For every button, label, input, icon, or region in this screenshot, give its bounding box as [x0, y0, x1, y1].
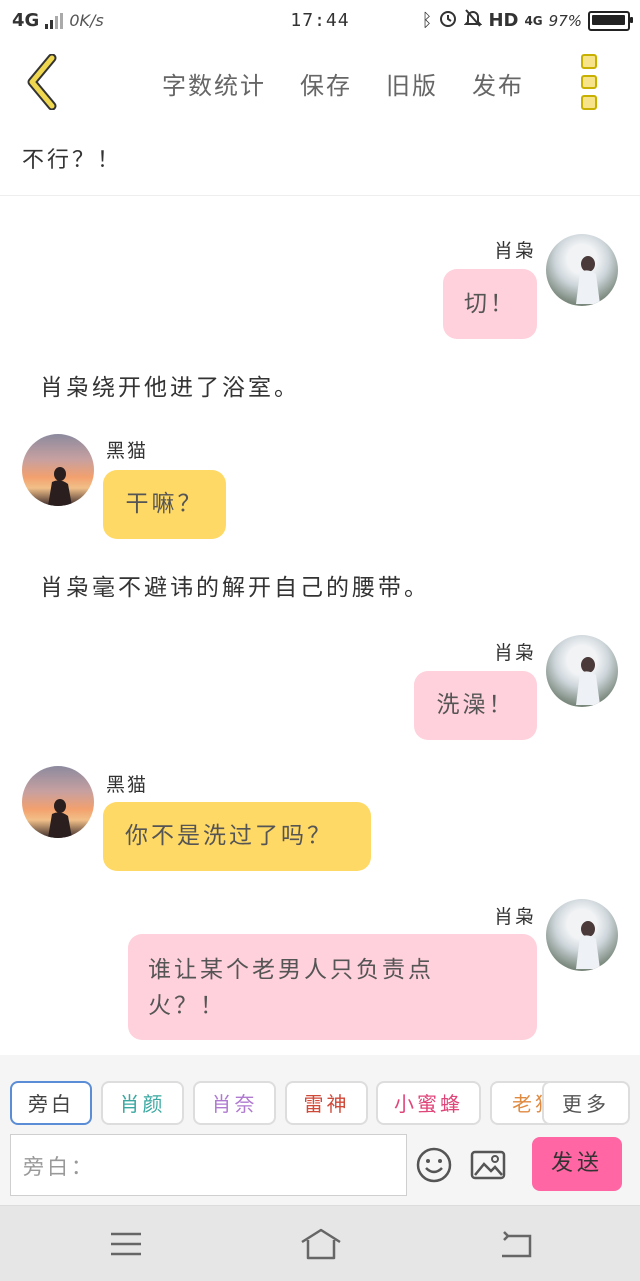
- mute-icon: [464, 8, 483, 33]
- input-panel: 旁白 肖颜 肖奈 雷神 小蜜蜂 老猫 更多 旁白： 发送: [0, 1055, 640, 1205]
- word-count-button[interactable]: 字数统计: [162, 66, 266, 101]
- alarm-icon: [438, 8, 458, 33]
- back-arrow-icon: [502, 1231, 532, 1258]
- girl-figure-icon: [576, 256, 600, 304]
- character-chip[interactable]: 雷神: [285, 1081, 368, 1125]
- image-icon: [470, 1150, 506, 1180]
- message-bubble[interactable]: 切！: [443, 269, 537, 339]
- menu-dot-icon: [581, 95, 597, 111]
- publish-button[interactable]: 发布: [472, 66, 524, 101]
- message-bubble[interactable]: 你不是洗过了吗？: [103, 802, 371, 871]
- divider: [0, 195, 640, 196]
- menu-dot-icon: [581, 54, 597, 69]
- editor-toolbar: 字数统计 保存 旧版 发布: [0, 44, 640, 120]
- back-nav-button[interactable]: [496, 1224, 536, 1264]
- status-bar: 4G 0K/s 17:44 ᛒ HD 4G 97%: [0, 0, 640, 44]
- character-chip[interactable]: 小蜜蜂: [376, 1081, 481, 1125]
- chapter-title[interactable]: 不行？！: [22, 142, 122, 174]
- home-nav-button[interactable]: [300, 1224, 341, 1264]
- character-chip-narrator[interactable]: 旁白: [10, 1081, 92, 1125]
- hd-indicator: HD: [488, 10, 519, 31]
- menu-dot-icon: [581, 74, 597, 90]
- system-nav-bar: [0, 1205, 640, 1281]
- character-chip[interactable]: 肖颜: [101, 1081, 184, 1125]
- message-line: 火？！: [148, 993, 226, 1019]
- narration-text[interactable]: 肖枭毫不避讳的解开自己的腰带。: [40, 568, 430, 602]
- battery-icon: [588, 10, 633, 31]
- image-button[interactable]: [468, 1145, 508, 1185]
- emoji-button[interactable]: [414, 1145, 454, 1185]
- character-chip[interactable]: 肖奈: [193, 1081, 276, 1125]
- save-button[interactable]: 保存: [300, 66, 352, 101]
- silhouette-icon: [48, 467, 72, 506]
- sender-name: 黑猫: [106, 774, 149, 796]
- send-button[interactable]: 发送: [532, 1137, 622, 1191]
- battery-percent: 97%: [548, 11, 582, 30]
- message-bubble[interactable]: 干嘛？: [103, 470, 226, 539]
- more-menu-button[interactable]: [578, 54, 600, 111]
- sender-name: 肖枭: [494, 642, 537, 664]
- menu-icon: [111, 1232, 141, 1256]
- menu-nav-button[interactable]: [106, 1224, 146, 1264]
- avatar[interactable]: [546, 635, 618, 707]
- back-button[interactable]: [16, 53, 72, 111]
- more-characters-button[interactable]: 更多: [542, 1081, 630, 1125]
- sender-name: 肖枭: [494, 906, 537, 928]
- toolbar-menu: 字数统计 保存 旧版 发布: [162, 66, 524, 101]
- message-bubble[interactable]: 洗澡！: [414, 671, 537, 740]
- silhouette-icon: [48, 799, 72, 838]
- avatar[interactable]: [22, 766, 94, 838]
- old-version-button[interactable]: 旧版: [386, 66, 438, 101]
- network-type-2: 4G: [524, 13, 543, 28]
- sender-name: 肖枭: [494, 240, 537, 262]
- avatar[interactable]: [546, 899, 618, 971]
- bluetooth-icon: ᛒ: [421, 10, 433, 31]
- message-line: 谁让某个老男人只负责点: [148, 957, 434, 983]
- home-icon: [301, 1228, 341, 1260]
- message-input[interactable]: 旁白：: [10, 1134, 407, 1196]
- sender-name: 黑猫: [106, 440, 149, 462]
- avatar[interactable]: [22, 434, 94, 506]
- character-selector: 旁白 肖颜 肖奈 雷神 小蜜蜂 老猫: [10, 1081, 630, 1127]
- girl-figure-icon: [576, 921, 600, 969]
- smiley-icon: [416, 1147, 452, 1183]
- narration-text[interactable]: 肖枭绕开他进了浴室。: [40, 368, 300, 402]
- chevron-left-icon: [27, 53, 57, 111]
- message-bubble[interactable]: 谁让某个老男人只负责点 火？！: [128, 934, 537, 1040]
- girl-figure-icon: [576, 657, 600, 705]
- avatar[interactable]: [546, 234, 618, 306]
